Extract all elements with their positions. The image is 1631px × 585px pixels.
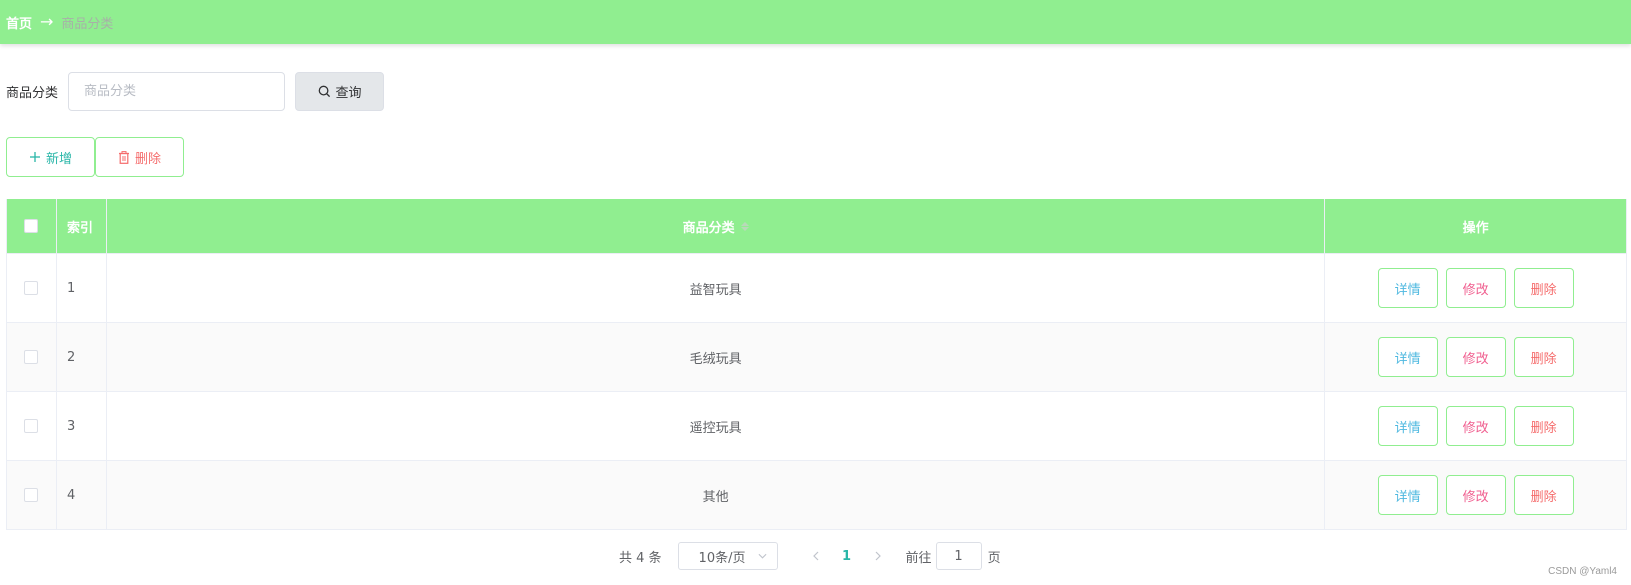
pagination-total: 共 4 条 — [619, 550, 662, 566]
row-index: 2 — [57, 323, 107, 391]
row-ops-cell: 详情 修改 删除 — [1325, 392, 1626, 460]
detail-button[interactable]: 详情 — [1377, 268, 1438, 308]
row-category-name: 毛绒玩具 — [107, 323, 1326, 391]
category-search-input[interactable] — [68, 72, 286, 111]
row-index: 1 — [57, 254, 107, 322]
add-button[interactable]: 新增 — [6, 137, 95, 177]
batch-delete-button[interactable]: 删除 — [95, 137, 184, 177]
row-category-name: 其他 — [107, 461, 1326, 529]
row-check-cell — [7, 254, 57, 322]
query-button[interactable]: 查询 — [295, 72, 385, 111]
row-check-cell — [7, 392, 57, 460]
prev-page-button[interactable] — [802, 542, 830, 570]
row-checkbox[interactable] — [24, 488, 39, 502]
row-ops-cell: 详情 修改 删除 — [1325, 323, 1626, 391]
row-ops-cell: 详情 修改 删除 — [1325, 461, 1626, 529]
breadcrumb-current: 商品分类 — [61, 16, 114, 32]
pagination: 共 4 条 10条/页 1 前往 页 — [619, 542, 1001, 570]
edit-button[interactable]: 修改 — [1445, 337, 1506, 377]
next-page-button[interactable] — [864, 542, 892, 570]
delete-button[interactable]: 删除 — [1513, 406, 1574, 446]
row-checkbox[interactable] — [24, 419, 39, 433]
page-number-current[interactable]: 1 — [830, 542, 864, 570]
row-index: 4 — [57, 461, 107, 529]
row-ops-cell: 详情 修改 删除 — [1325, 254, 1626, 322]
goto-label: 前往 — [905, 550, 932, 566]
category-table: 索引 商品分类 操作 1 益智玩具 详情 修改 删除 2 毛绒玩具 详情 修改 … — [6, 199, 1627, 530]
row-checkbox[interactable] — [24, 281, 39, 295]
watermark: CSDN @Yaml4 — [1548, 566, 1617, 577]
table-row: 2 毛绒玩具 详情 修改 删除 — [7, 322, 1626, 391]
table-header: 索引 商品分类 操作 — [7, 199, 1626, 253]
chevron-left-icon — [812, 551, 818, 561]
add-button-label: 新增 — [45, 151, 72, 167]
row-check-cell — [7, 323, 57, 391]
goto-page-input[interactable] — [935, 542, 982, 570]
query-button-label: 查询 — [335, 86, 362, 101]
delete-button[interactable]: 删除 — [1513, 475, 1574, 515]
page-size-value: 10条/页 — [698, 550, 746, 566]
header-category-label: 商品分类 — [682, 220, 735, 236]
search-icon — [318, 85, 330, 98]
table-row: 3 遥控玩具 详情 修改 删除 — [7, 391, 1626, 460]
row-category-name: 益智玩具 — [107, 254, 1326, 322]
toolbar: 新增 删除 — [6, 137, 184, 177]
chevron-down-icon — [758, 553, 767, 559]
breadcrumb-home-link[interactable]: 首页 — [6, 13, 32, 32]
edit-button[interactable]: 修改 — [1445, 406, 1506, 446]
row-checkbox[interactable] — [24, 350, 39, 364]
header-category-name[interactable]: 商品分类 — [107, 199, 1326, 253]
header-operations: 操作 — [1462, 220, 1489, 236]
row-check-cell — [7, 461, 57, 529]
header-index: 索引 — [57, 199, 107, 253]
plus-icon — [29, 151, 41, 163]
goto-suffix: 页 — [987, 550, 1001, 566]
trash-icon — [118, 150, 130, 164]
chevron-right-icon — [875, 551, 881, 561]
detail-button[interactable]: 详情 — [1377, 406, 1438, 446]
search-label: 商品分类 — [6, 86, 59, 101]
edit-button[interactable]: 修改 — [1445, 268, 1506, 308]
header-select-all-cell — [7, 199, 57, 253]
breadcrumb-bar: 首页 → 商品分类 — [0, 0, 1631, 44]
search-form: 商品分类 查询 — [6, 72, 385, 111]
detail-button[interactable]: 详情 — [1377, 475, 1438, 515]
select-all-checkbox[interactable] — [24, 219, 39, 233]
delete-button[interactable]: 删除 — [1513, 268, 1574, 308]
delete-button[interactable]: 删除 — [1513, 337, 1574, 377]
detail-button[interactable]: 详情 — [1377, 337, 1438, 377]
batch-delete-label: 删除 — [134, 151, 161, 167]
breadcrumb-arrow-icon: → — [40, 12, 54, 31]
row-category-name: 遥控玩具 — [107, 392, 1326, 460]
table-row: 4 其他 详情 修改 删除 — [7, 460, 1626, 529]
table-row: 1 益智玩具 详情 修改 删除 — [7, 253, 1626, 322]
sort-caret-icon[interactable] — [740, 221, 749, 231]
edit-button[interactable]: 修改 — [1445, 475, 1506, 515]
row-index: 3 — [57, 392, 107, 460]
page-size-select[interactable]: 10条/页 — [677, 542, 778, 570]
